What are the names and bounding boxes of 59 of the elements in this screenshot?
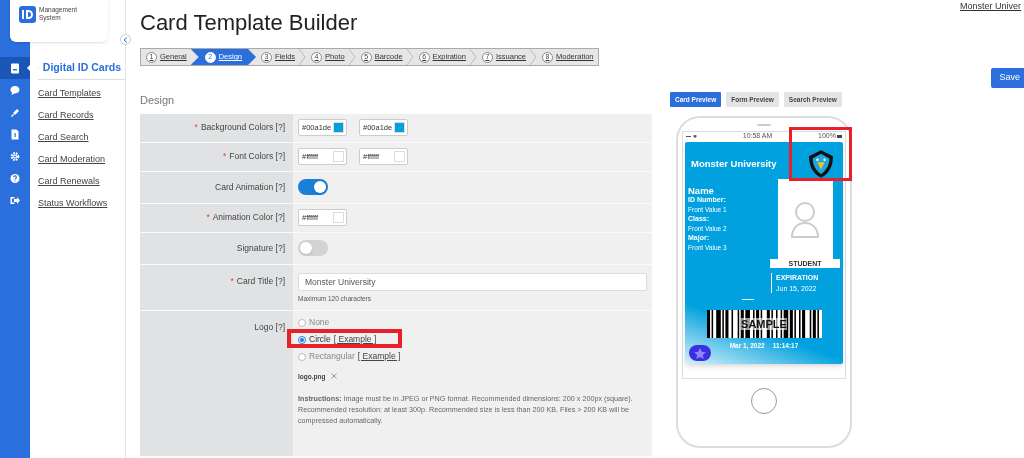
step-separator-icon — [530, 49, 537, 65]
step-separator-icon — [469, 49, 477, 65]
sidebar-heading: Digital ID Cards — [42, 60, 121, 75]
logo-icon — [19, 6, 36, 23]
help-icon — [10, 172, 20, 184]
chat-icon — [10, 84, 20, 96]
card-title: Monster University — [691, 156, 777, 171]
field-label: Signature [?] — [236, 241, 285, 255]
sidebar-link[interactable]: Card Renewals — [38, 173, 100, 188]
toggle-switch[interactable] — [298, 179, 328, 195]
sidebar-link[interactable]: Card Records — [38, 107, 94, 122]
radio-button[interactable] — [298, 318, 306, 327]
field-label: Logo [?] — [254, 320, 285, 334]
required-asterisk: * — [222, 150, 227, 163]
user-link[interactable]: Monster Univer — [959, 0, 1021, 14]
rail-button[interactable] — [0, 57, 30, 79]
sidebar-link[interactable]: Status Workflows — [38, 195, 108, 210]
field-label: Card Title [?] — [236, 274, 285, 288]
required-asterisk: * — [194, 121, 198, 134]
step-separator-icon — [299, 49, 307, 65]
required-asterisk: * — [206, 211, 210, 224]
required-asterisk: * — [230, 274, 234, 288]
example-link[interactable]: [ Example ] — [357, 350, 401, 363]
close-icon — [331, 373, 338, 380]
step-separator-icon — [406, 49, 414, 65]
remove-button[interactable] — [331, 373, 338, 380]
field-label: Background Colors [?] — [200, 121, 285, 134]
chevron-left-icon — [123, 36, 128, 43]
sidebar-link[interactable]: Card Templates — [38, 85, 101, 100]
toggle-switch[interactable] — [298, 240, 328, 256]
settings-icon — [10, 150, 20, 162]
person-silhouette-icon — [790, 200, 820, 238]
field-label: Card Animation [?] — [215, 180, 285, 194]
section-title: Design — [140, 93, 175, 108]
example-link[interactable]: [ Example ] — [333, 333, 377, 346]
logout-icon — [10, 194, 20, 206]
save-button[interactable]: Save — [991, 68, 1024, 88]
highlight-box — [789, 127, 852, 181]
radio-label: Circle — [309, 333, 331, 346]
page-title: Card Template Builder — [140, 10, 358, 36]
radio-label: None — [309, 316, 330, 329]
star-icon — [694, 347, 706, 359]
battery-icon — [837, 135, 842, 138]
dash-mark — [742, 298, 754, 300]
signal-icon — [686, 134, 697, 139]
collapse-button[interactable] — [120, 34, 131, 45]
sidebar-link[interactable]: Card Moderation — [38, 151, 106, 166]
radio-button[interactable] — [298, 352, 306, 361]
field-label: Animation Color [?] — [212, 211, 285, 224]
card-name: Name — [688, 185, 714, 196]
step-separator-icon — [348, 49, 356, 65]
pencil-icon — [10, 106, 20, 118]
sidebar-link[interactable]: Card Search — [38, 129, 89, 144]
radio-button[interactable] — [298, 335, 306, 344]
barcode-text: SAMPLE — [741, 318, 787, 330]
title-input[interactable]: Monster University — [298, 272, 647, 291]
document-icon — [10, 128, 20, 140]
radio-label: Rectangular — [309, 350, 355, 363]
field-label: Font Colors [?] — [229, 150, 285, 163]
